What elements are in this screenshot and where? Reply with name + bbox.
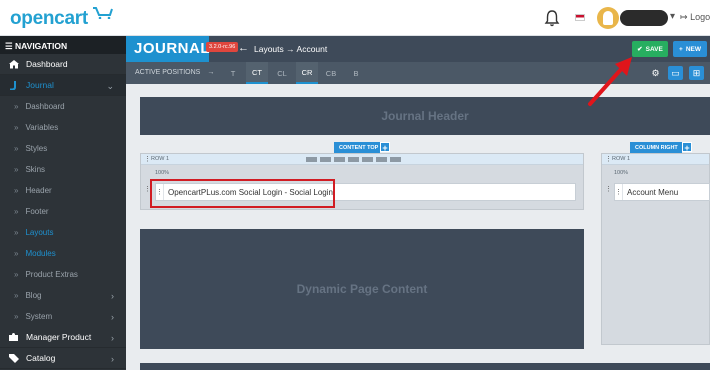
sidebar-item-catalog[interactable]: Catalog › bbox=[0, 348, 126, 369]
logout-icon: ↦ bbox=[680, 12, 688, 22]
plus-icon: + bbox=[679, 45, 683, 53]
column-width: 100% bbox=[155, 170, 170, 176]
sidebar-item-label: Blog bbox=[25, 291, 42, 300]
sidebar-subitem-modules[interactable]: » Modules bbox=[0, 243, 126, 264]
module-label: Account Menu bbox=[627, 187, 679, 197]
collapse-icon[interactable]: ▭ bbox=[668, 66, 683, 80]
sidebar-subitem-header[interactable]: » Header bbox=[0, 180, 126, 201]
sidebar-item-label: Footer bbox=[25, 207, 49, 216]
cart-icon bbox=[93, 7, 113, 19]
position-tab-cr[interactable]: CR bbox=[296, 62, 318, 84]
row-label: ROW 1 bbox=[612, 156, 631, 162]
sidebar-subitem-variables[interactable]: » Variables bbox=[0, 117, 126, 138]
sidebar-subitem-styles[interactable]: » Styles bbox=[0, 138, 126, 159]
drag-handle-icon[interactable]: ⋮ bbox=[605, 185, 612, 193]
chevron-right-icon: › bbox=[111, 333, 114, 343]
sidebar-subitem-layouts[interactable]: » Layouts bbox=[0, 222, 126, 243]
user-name-redacted[interactable] bbox=[620, 10, 668, 26]
annotation-arrow bbox=[588, 57, 632, 106]
brand-name: opencart bbox=[10, 8, 88, 29]
top-bar: opencart ▾ ↦ Logout bbox=[0, 0, 710, 36]
drag-handle-icon[interactable]: ⋮ bbox=[615, 184, 623, 200]
content-top-tag: CONTENT TOP bbox=[334, 142, 380, 153]
position-tab-t[interactable]: T bbox=[222, 62, 244, 84]
row-header: ⋮ ROW 1 bbox=[141, 154, 583, 165]
sidebar-item-label: System bbox=[25, 312, 53, 321]
back-arrow-icon[interactable]: ← bbox=[238, 42, 249, 54]
chevron-right-icon: › bbox=[111, 291, 114, 301]
opencart-logo[interactable]: opencart bbox=[10, 7, 113, 30]
journal-footer-block[interactable] bbox=[140, 363, 710, 370]
journal-logo[interactable]: JOURNAL bbox=[126, 36, 211, 62]
sidebar-item-label: Manager Product bbox=[26, 332, 92, 342]
row-header: ⋮ ROW 1 bbox=[602, 154, 709, 165]
add-content-top-button[interactable]: + bbox=[380, 142, 390, 153]
chevron-right-icon: › bbox=[111, 354, 114, 364]
sidebar-subitem-skins[interactable]: » Skins bbox=[0, 159, 126, 180]
breadcrumb: Layouts → Account bbox=[254, 44, 328, 54]
sidebar-item-label: Dashboard bbox=[25, 102, 65, 111]
language-flag-icon[interactable] bbox=[575, 14, 585, 21]
navigation-heading-label: NAVIGATION bbox=[15, 41, 68, 51]
dynamic-page-content-block: Dynamic Page Content bbox=[140, 229, 584, 349]
position-tab-cb[interactable]: CB bbox=[320, 62, 342, 84]
sidebar-item-label: Product Extras bbox=[25, 270, 78, 279]
tag-icon bbox=[9, 354, 19, 363]
highlight-annotation bbox=[150, 179, 335, 208]
sidebar-item-manager-product[interactable]: Manager Product › bbox=[0, 327, 126, 348]
active-positions-label: ACTIVE POSITIONS → bbox=[135, 69, 214, 76]
sidebar-item-label: Layouts bbox=[25, 228, 54, 237]
chevron-down-icon[interactable]: ▾ bbox=[670, 11, 675, 22]
sidebar-item-dashboard[interactable]: Dashboard bbox=[0, 54, 126, 75]
sidebar-item-label: Header bbox=[25, 186, 52, 195]
journal-icon bbox=[10, 81, 16, 90]
new-button[interactable]: + NEW bbox=[673, 41, 707, 57]
sidebar-subitem-system[interactable]: » System › bbox=[0, 306, 126, 327]
bell-icon[interactable] bbox=[543, 9, 561, 27]
drag-handle-icon[interactable]: ⋮ bbox=[144, 155, 151, 163]
sidebar-item-journal[interactable]: Journal ⌄ bbox=[0, 75, 126, 96]
sidebar-item-label: Dashboard bbox=[26, 59, 68, 69]
chevron-down-icon: ⌄ bbox=[106, 81, 114, 91]
sidebar-item-label: Variables bbox=[25, 123, 59, 132]
layout-canvas: Journal Header CONTENT TOP + COLUMN RIGH… bbox=[126, 84, 710, 370]
logout-label: Logout bbox=[690, 12, 710, 22]
new-button-label: NEW bbox=[685, 45, 701, 53]
puzzle-icon bbox=[9, 333, 18, 341]
column-right-panel: ⋮ ROW 1 100% ⋮ ⋮ Account Menu bbox=[601, 153, 710, 345]
position-tab-ct[interactable]: CT bbox=[246, 62, 268, 84]
position-tab-b[interactable]: B bbox=[345, 62, 367, 84]
module-account-menu[interactable]: ⋮ Account Menu bbox=[614, 183, 710, 201]
row-label: ROW 1 bbox=[151, 156, 170, 162]
sidebar-subitem-dashboard[interactable]: » Dashboard bbox=[0, 96, 126, 117]
gear-icon[interactable]: ⚙ bbox=[648, 66, 663, 80]
sidebar: ☰ NAVIGATION Dashboard Journal ⌄ » Dashbo… bbox=[0, 36, 126, 370]
sidebar-item-label: Catalog bbox=[26, 353, 56, 363]
logout-link[interactable]: ↦ Logout bbox=[680, 12, 710, 23]
user-avatar[interactable] bbox=[597, 7, 619, 29]
sidebar-item-label: Styles bbox=[25, 144, 48, 153]
home-icon bbox=[9, 60, 19, 69]
arrow-right-icon: → bbox=[207, 69, 215, 76]
drag-handle-icon[interactable]: ⋮ bbox=[605, 155, 612, 163]
sidebar-subitem-footer[interactable]: » Footer bbox=[0, 201, 126, 222]
add-column-right-button[interactable]: + bbox=[682, 142, 692, 153]
version-badge: 3.2.0-rc.96 bbox=[206, 42, 239, 52]
chevron-right-icon: › bbox=[111, 312, 114, 322]
menu-icon: ☰ bbox=[5, 41, 13, 51]
expand-icon[interactable]: ⊞ bbox=[689, 66, 704, 80]
active-positions-text: ACTIVE POSITIONS bbox=[135, 69, 201, 76]
sidebar-item-label: Skins bbox=[25, 165, 46, 174]
sidebar-item-label: Journal bbox=[26, 80, 54, 90]
column-right-tag: COLUMN RIGHT bbox=[630, 142, 682, 153]
save-button-label: SAVE bbox=[645, 45, 663, 53]
sidebar-subitem-blog[interactable]: » Blog › bbox=[0, 285, 126, 306]
navigation-heading[interactable]: ☰ NAVIGATION bbox=[0, 36, 126, 54]
column-width: 100% bbox=[614, 170, 629, 176]
sidebar-item-label: Modules bbox=[25, 249, 56, 258]
position-tab-cl[interactable]: CL bbox=[271, 62, 293, 84]
sidebar-subitem-product-extras[interactable]: » Product Extras bbox=[0, 264, 126, 285]
row-toolbar[interactable] bbox=[306, 157, 402, 162]
journal-logo-text: JOURNAL bbox=[134, 40, 211, 57]
